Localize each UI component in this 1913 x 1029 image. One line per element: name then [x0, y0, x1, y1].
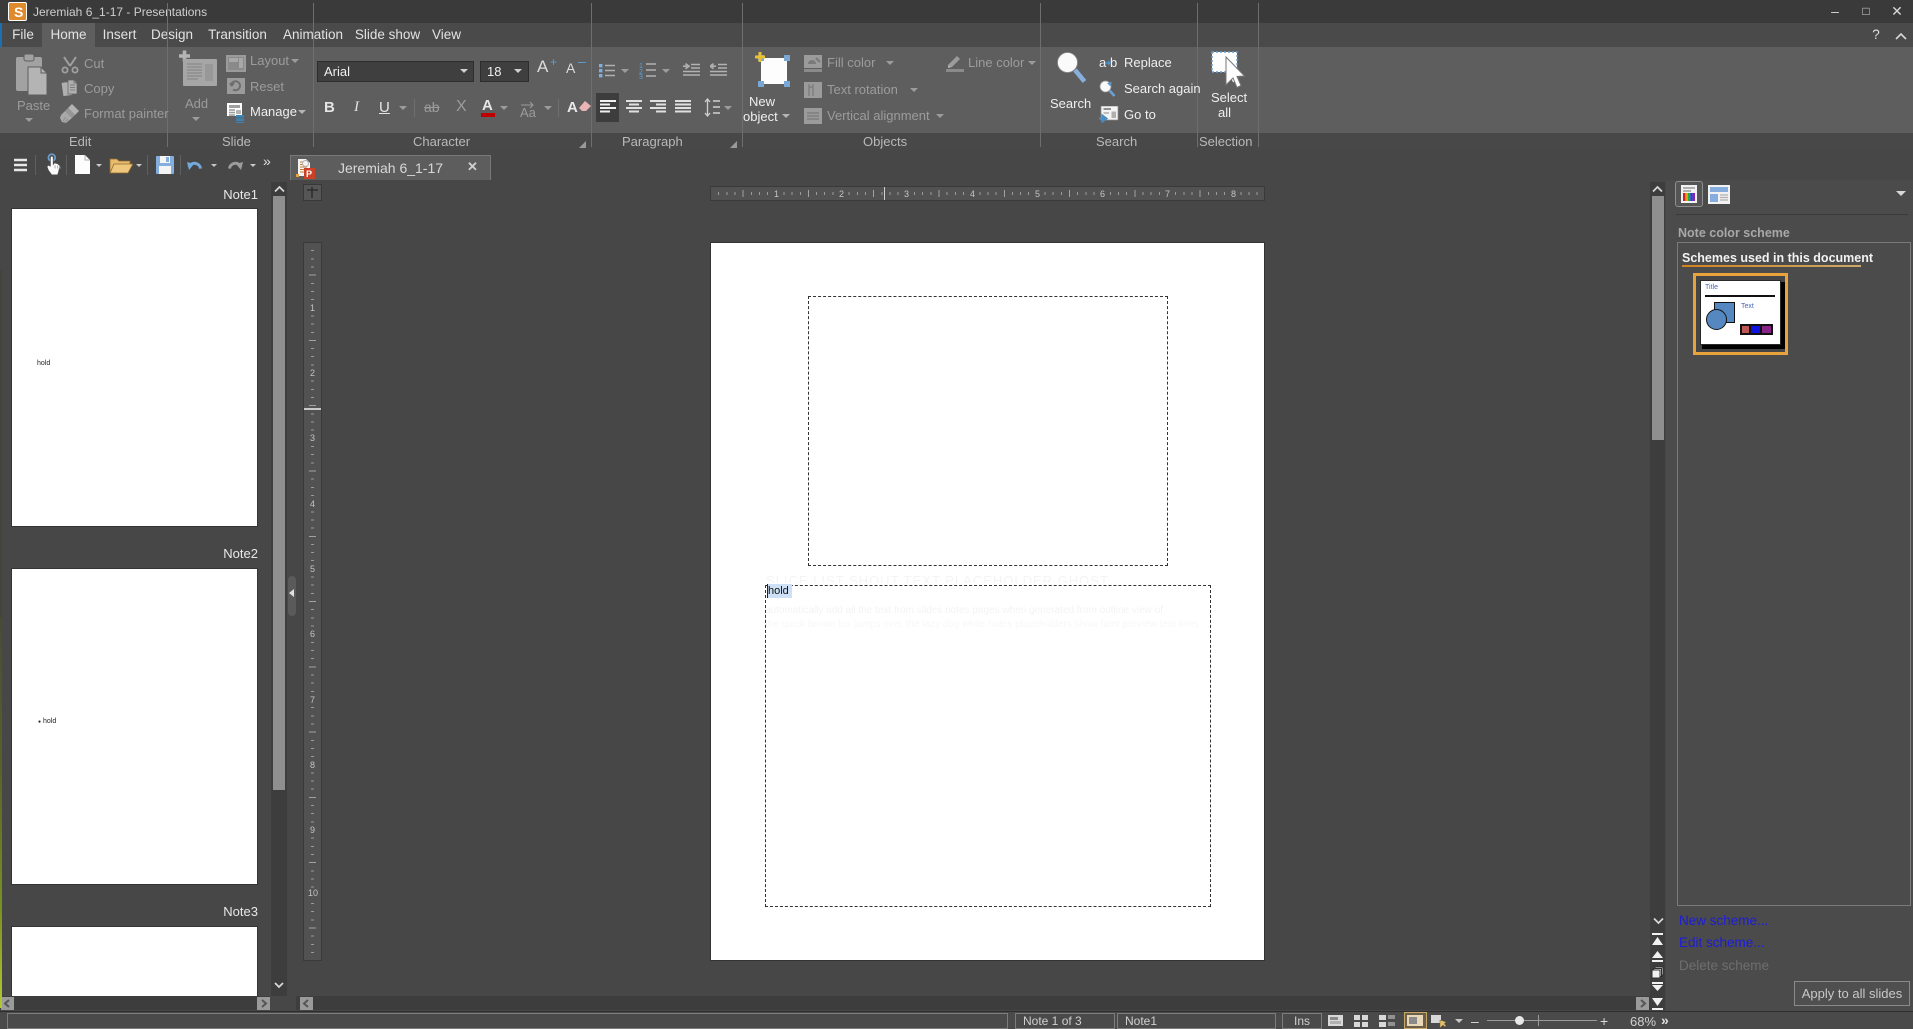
svg-text:b: b	[1110, 55, 1117, 70]
svg-text:Aa: Aa	[520, 105, 537, 118]
svg-text:3: 3	[639, 74, 643, 79]
